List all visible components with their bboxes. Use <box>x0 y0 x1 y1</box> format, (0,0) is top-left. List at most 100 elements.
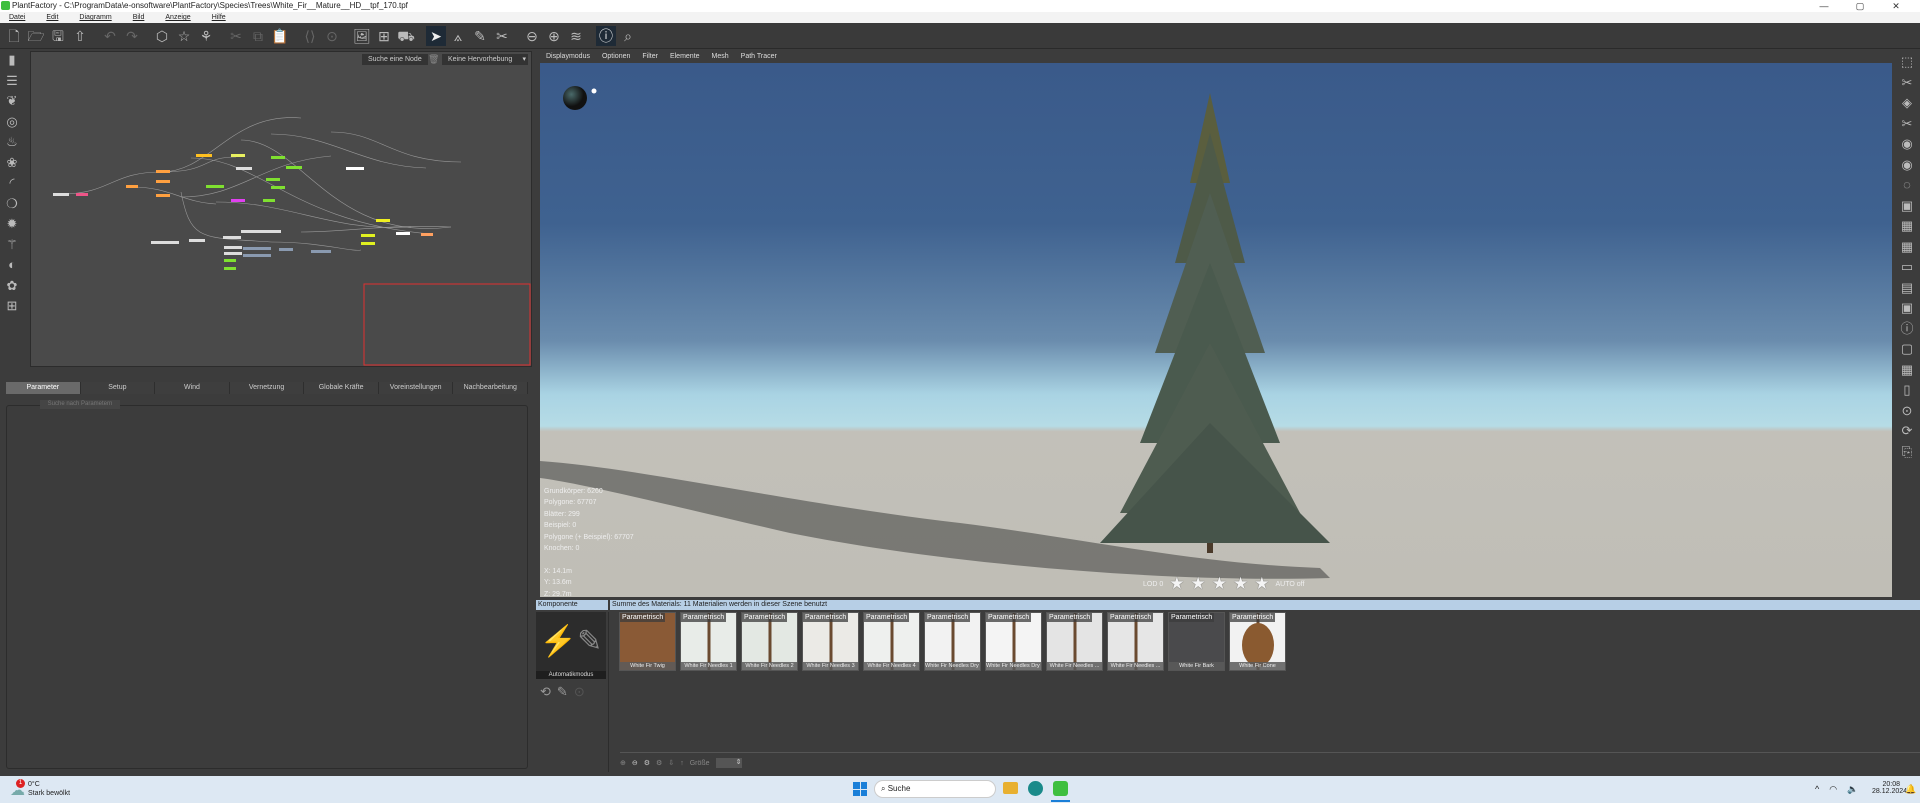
viewport-tool-icon[interactable]: ▢ <box>1895 339 1919 360</box>
add-material-icon[interactable]: ⊕ <box>620 759 626 767</box>
parameter-search-input[interactable]: Suche nach Parametern <box>40 400 120 409</box>
star-icon[interactable]: ☆ <box>174 26 194 46</box>
copy-icon[interactable]: ⧉ <box>248 26 268 46</box>
tab-voreinstellungen[interactable]: Voreinstellungen <box>379 382 454 394</box>
viewport-tool-icon[interactable]: ⎘ <box>1895 442 1919 463</box>
viewport-menu-elemente[interactable]: Elemente <box>670 53 700 60</box>
node-graph-minimap[interactable] <box>363 283 531 366</box>
spiral-tool-icon[interactable]: ◎ <box>0 112 24 133</box>
sun-tool-icon[interactable]: ✹ <box>0 214 24 235</box>
upload-icon[interactable]: ⇧ <box>70 26 90 46</box>
pencil-icon[interactable]: ✎ <box>470 26 490 46</box>
clock[interactable]: 20:08 28.12.2024 <box>1872 781 1907 795</box>
trash-icon[interactable]: 🗑 <box>428 54 439 65</box>
lod-star-icon[interactable]: ★ <box>1212 574 1227 594</box>
notification-bell-icon[interactable]: 🔔 <box>1905 784 1916 795</box>
viewport-menu-filter[interactable]: Filter <box>642 53 658 60</box>
material-settings-icon[interactable]: ⚙ <box>644 759 650 767</box>
zoom-fit-icon[interactable]: ⌕ <box>618 26 638 46</box>
viewport-menu-displaymodus[interactable]: Displaymodus <box>546 53 590 60</box>
viewport-tool-icon[interactable]: ▦ <box>1895 216 1919 237</box>
menu-hilfe[interactable]: Hilfe <box>212 14 226 21</box>
weather-temp[interactable]: 0°C <box>28 781 40 788</box>
material-thumbnail[interactable]: Parametrisch White Fir Needles 1 <box>680 612 737 671</box>
component-replace-icon[interactable]: ⟲ <box>540 684 551 700</box>
tab-vernetzung[interactable]: Vernetzung <box>230 382 305 394</box>
viewport-tool-icon[interactable]: ✂ <box>1895 73 1919 94</box>
flower-tool-icon[interactable]: ✿ <box>0 276 24 297</box>
cylinder-tool-icon[interactable]: ▮ <box>0 50 24 71</box>
viewport-tool-icon[interactable]: ⓘ <box>1895 319 1919 340</box>
sphere-tool-icon[interactable]: ◐ <box>0 255 24 276</box>
volume-icon[interactable]: 🔈 <box>1847 784 1858 795</box>
flame-tool-icon[interactable]: ♨ <box>0 132 24 153</box>
remove-material-icon[interactable]: ⊖ <box>632 759 638 767</box>
material-thumbnail[interactable]: Parametrisch White Fir Needles Dry 1 <box>924 612 981 671</box>
save-icon[interactable]: 🖫 <box>48 26 68 46</box>
leaf-cluster-tool-icon[interactable]: ❦ <box>0 91 24 112</box>
tab-setup[interactable]: Setup <box>81 382 156 394</box>
file-explorer-icon[interactable] <box>1003 782 1018 794</box>
tab-globale-kräfte[interactable]: Globale Kräfte <box>304 382 379 394</box>
lod-star-icon[interactable]: ★ <box>1254 574 1269 594</box>
viewport-tool-icon[interactable]: ◉ <box>1895 134 1919 155</box>
material-thumbnail[interactable]: Parametrisch White Fir Needles 2 <box>741 612 798 671</box>
edge-browser-icon[interactable] <box>1028 781 1043 796</box>
viewport-tool-icon[interactable]: ▣ <box>1895 196 1919 217</box>
tab-wind[interactable]: Wind <box>155 382 230 394</box>
redo-icon[interactable]: ↷ <box>122 26 142 46</box>
render-image-icon[interactable]: 🖼 <box>352 26 372 46</box>
fir-tree[interactable] <box>1100 93 1330 553</box>
viewport-tool-icon[interactable]: ◌ <box>1895 175 1919 196</box>
branch-node-icon[interactable]: ⚘ <box>196 26 216 46</box>
node-add-tool-icon[interactable]: ⊞ <box>0 296 24 317</box>
menu-edit[interactable]: Edit <box>46 14 58 21</box>
new-file-icon[interactable]: 🗋 <box>4 26 24 46</box>
component-thumbnail[interactable]: ⚡✎ <box>536 612 606 678</box>
group-icon[interactable]: ⟨⟩ <box>300 26 320 46</box>
lod-star-icon[interactable]: ★ <box>1233 574 1248 594</box>
viewport-tool-icon[interactable]: ◉ <box>1895 155 1919 176</box>
wind-icon[interactable]: ≋ <box>566 26 586 46</box>
stack-tool-icon[interactable]: ☰ <box>0 71 24 92</box>
windows-start-icon[interactable] <box>853 782 867 796</box>
fruit-tool-icon[interactable]: ❍ <box>0 194 24 215</box>
lod-star-icon[interactable]: ★ <box>1190 574 1205 594</box>
viewport-tool-icon[interactable]: ◈ <box>1895 93 1919 114</box>
material-thumbnail[interactable]: Parametrisch White Fir Needles 4 <box>863 612 920 671</box>
menu-diagramm[interactable]: Diagramm <box>79 14 111 21</box>
viewport-tool-icon[interactable]: ✂ <box>1895 114 1919 135</box>
viewport-tool-icon[interactable]: ⬚ <box>1895 52 1919 73</box>
material-thumbnail[interactable]: Parametrisch White Fir Twig <box>619 612 676 671</box>
viewport-tool-icon[interactable]: ▤ <box>1895 278 1919 299</box>
sphere-minus-icon[interactable]: ⊖ <box>522 26 542 46</box>
select-arrow-icon[interactable]: ➤ <box>426 25 446 46</box>
plantfactory-taskbar-icon[interactable] <box>1053 781 1068 796</box>
viewport-tool-icon[interactable]: ▯ <box>1895 380 1919 401</box>
lod-star-icon[interactable]: ★ <box>1169 574 1184 594</box>
close-button[interactable]: ✕ <box>1878 0 1914 12</box>
3d-viewport[interactable] <box>540 63 1892 597</box>
component-edit-icon[interactable]: ✎ <box>557 684 568 700</box>
sphere-plus-icon[interactable]: ⊕ <box>544 26 564 46</box>
info-icon[interactable]: ⓘ <box>596 25 616 46</box>
viewport-menu-optionen[interactable]: Optionen <box>602 53 630 60</box>
highlight-select[interactable]: Keine Hervorhebung ▾ <box>442 54 528 65</box>
wifi-icon[interactable]: ◠ <box>1829 784 1837 795</box>
menu-bild[interactable]: Bild <box>133 14 145 21</box>
viewport-tool-icon[interactable]: ▭ <box>1895 257 1919 278</box>
tab-nachbearbeitung[interactable]: Nachbearbeitung <box>453 382 529 394</box>
weather-text[interactable]: Stark bewölkt <box>28 790 70 797</box>
branch-tool-icon[interactable]: ⚚ <box>0 235 24 256</box>
material-thumbnail[interactable]: Parametrisch White Fir Needles Dry 2 <box>985 612 1042 671</box>
add-frame-icon[interactable]: ⊞ <box>374 26 394 46</box>
arc-tool-icon[interactable]: ◜ <box>0 173 24 194</box>
ungroup-icon[interactable]: ⊙ <box>322 26 342 46</box>
viewport-tool-icon[interactable]: ⟳ <box>1895 421 1919 442</box>
transform-icon[interactable]: ⟑ <box>448 26 468 46</box>
sun-direction-sphere-icon[interactable] <box>563 86 587 110</box>
lotus-tool-icon[interactable]: ❀ <box>0 153 24 174</box>
material-thumbnail[interactable]: Parametrisch White Fir Bark <box>1168 612 1225 671</box>
node-graph-canvas[interactable] <box>31 52 531 366</box>
prune-icon[interactable]: ✂ <box>492 26 512 46</box>
